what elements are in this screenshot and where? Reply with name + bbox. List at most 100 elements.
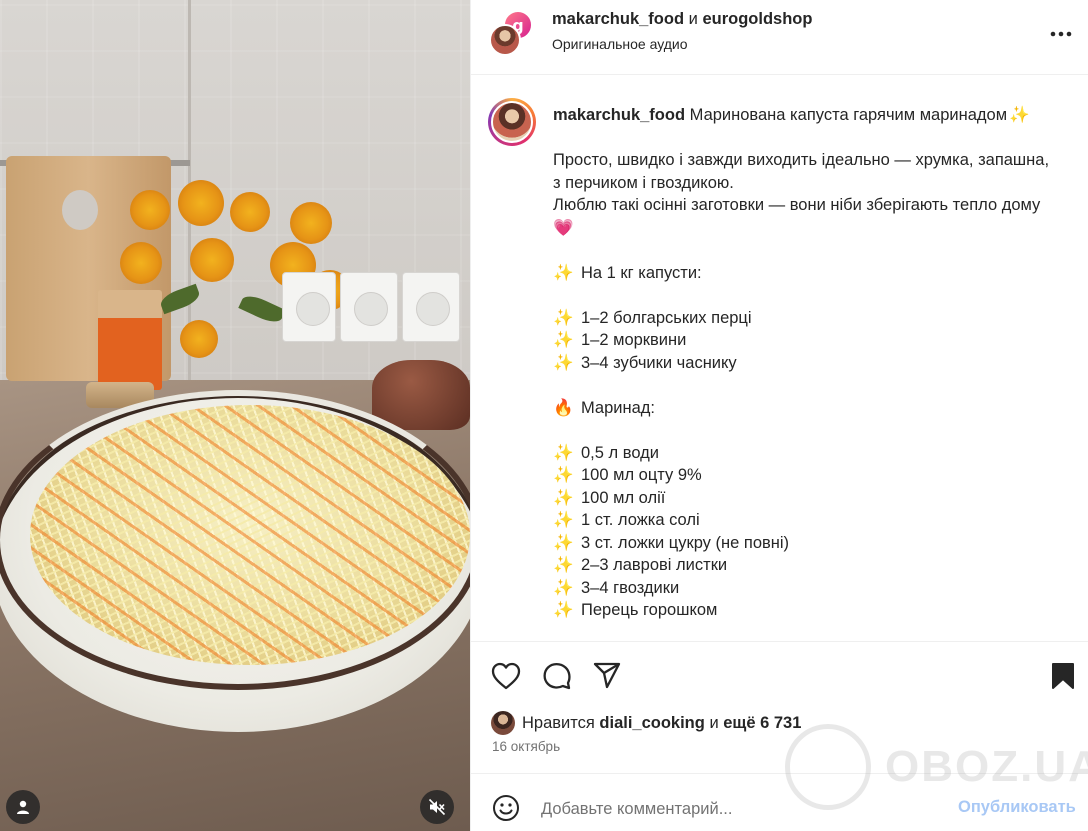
- sparkle-icon: ✨: [553, 262, 574, 282]
- ingredient-item: ✨ 1–2 болгарських перці: [553, 307, 1073, 330]
- caption-intro-line: з перчиком і гвоздикою.: [553, 173, 734, 192]
- sparkle-icon: ✨: [553, 510, 574, 529]
- ingredient-text: 3–4 зубчики часнику: [581, 353, 737, 372]
- post-details-panel: g makarchuk_food и eurogoldshop Оригинал…: [470, 0, 1088, 831]
- sparkle-icon: ✨: [553, 555, 574, 574]
- flower: [120, 242, 162, 284]
- wall-socket: [402, 272, 460, 342]
- flower: [230, 192, 270, 232]
- avatar-image: [491, 101, 533, 143]
- audio-link[interactable]: Оригинальное аудио: [552, 36, 688, 52]
- sparkle-icon: ✨: [553, 487, 574, 507]
- collab-avatars[interactable]: g: [489, 10, 537, 56]
- sparkle-icon: ✨: [553, 307, 574, 327]
- marinade-item: ✨ 3–4 гвоздики: [553, 577, 1073, 600]
- user-icon: [17, 800, 29, 814]
- marinade-text: 3 ст. ложки цукру (не повні): [581, 533, 790, 552]
- cutting-board-handle: [62, 190, 98, 230]
- author-link[interactable]: makarchuk_food: [552, 10, 684, 28]
- ingredient-item: ✨ 3–4 зубчики часнику: [553, 352, 1073, 375]
- flower: [190, 238, 234, 282]
- leaf: [238, 291, 286, 327]
- sparkle-icon: ✨: [553, 465, 574, 484]
- tagged-users-button[interactable]: [6, 790, 40, 824]
- flower: [130, 190, 170, 230]
- post-media[interactable]: [0, 0, 470, 831]
- more-horizontal-icon: [1050, 31, 1072, 37]
- ingredient-text: 1–2 болгарських перці: [581, 308, 752, 327]
- marinade-item: ✨ 100 мл оцту 9%: [553, 464, 1073, 487]
- mute-button[interactable]: [420, 790, 454, 824]
- marinade-item: ✨ 100 мл олії: [553, 487, 1073, 510]
- watermark-text: OBOZ.UA: [885, 742, 1088, 791]
- flower: [178, 180, 224, 226]
- author-avatar[interactable]: [489, 24, 521, 56]
- pickled-cabbage: [30, 405, 470, 665]
- ingredient-text: 1–2 морквини: [581, 331, 687, 349]
- sparkle-icon: ✨: [553, 442, 574, 462]
- caption-heart-line: 💗: [553, 217, 1073, 240]
- caption-author-avatar[interactable]: [488, 98, 536, 146]
- bookmark-filled-icon: [1052, 663, 1074, 689]
- caption-title-line: makarchuk_food Маринована капуста гарячи…: [553, 104, 1073, 127]
- per-kg-line: ✨ На 1 кг капусти:: [553, 262, 1073, 285]
- marinade-text: 0,5 л води: [581, 443, 659, 462]
- like-button[interactable]: [490, 660, 522, 692]
- wall-socket: [340, 272, 398, 342]
- paper-plane-icon: [593, 662, 621, 689]
- coauthor-link[interactable]: eurogoldshop: [702, 10, 812, 28]
- marinade-text: 2–3 лаврові листки: [581, 556, 728, 574]
- post-date[interactable]: 16 октябрь: [492, 739, 560, 754]
- marinade-item: ✨ 1 ст. ложка солі: [553, 509, 1073, 532]
- likes-conjunction: и: [709, 713, 719, 732]
- share-button[interactable]: [591, 660, 623, 692]
- sparkle-icon: ✨: [1009, 105, 1030, 124]
- wall-socket: [282, 272, 336, 342]
- liker-username[interactable]: diali_cooking: [599, 714, 704, 733]
- flower: [180, 320, 218, 358]
- liker-avatar[interactable]: [491, 711, 515, 735]
- sparkle-icon: ✨: [553, 352, 574, 372]
- ingredient-item: ✨ 1–2 морквини: [553, 329, 1073, 352]
- sparkle-icon: ✨: [553, 577, 574, 597]
- watermark-logo: [785, 724, 871, 810]
- fire-icon: 🔥: [553, 397, 574, 417]
- marinade-item: ✨ Перець горошком: [553, 599, 1073, 622]
- flower: [290, 202, 332, 244]
- marinade-text: Перець горошком: [581, 601, 718, 619]
- marinade-label: Маринад:: [581, 398, 656, 417]
- likes-summary: Нравится diali_cooking и ещё 6 731: [491, 710, 801, 736]
- authors-conjunction: и: [688, 10, 698, 28]
- comment-button[interactable]: [541, 660, 573, 692]
- sparkle-icon: ✨: [553, 330, 574, 349]
- per-kg-label: На 1 кг капусти:: [581, 263, 702, 282]
- more-options-button[interactable]: [1049, 22, 1073, 46]
- heart-icon: [491, 662, 521, 690]
- marinade-heading: 🔥 Маринад:: [553, 397, 1073, 420]
- watermark: OBOZ.UA: [785, 722, 1088, 812]
- post-actions-bar: [471, 641, 1088, 709]
- post-authors: makarchuk_food и eurogoldshop: [552, 10, 812, 29]
- caption-username[interactable]: makarchuk_food: [553, 106, 685, 124]
- post-caption: makarchuk_food Маринована капуста гарячи…: [471, 76, 1088, 641]
- caption-text: makarchuk_food Маринована капуста гарячи…: [553, 104, 1073, 622]
- save-button[interactable]: [1047, 660, 1079, 692]
- caption-intro-line: Просто, швидко і завжди виходить ідеальн…: [553, 151, 1050, 169]
- marinade-item: ✨ 2–3 лаврові листки: [553, 554, 1073, 577]
- post-header: g makarchuk_food и eurogoldshop Оригинал…: [471, 0, 1088, 75]
- speaker-muted-icon: [428, 798, 446, 816]
- leaf: [158, 283, 202, 315]
- emoji-picker-button[interactable]: [491, 793, 521, 823]
- marinade-text: 100 мл оцту 9%: [581, 466, 702, 484]
- speech-bubble-icon: [543, 662, 571, 690]
- marinade-text: 3–4 гвоздики: [581, 578, 680, 597]
- likes-prefix: Нравится: [522, 713, 595, 732]
- sparkle-icon: ✨: [553, 532, 574, 552]
- caption-intro-line: Люблю такі осінні заготовки — вони ніби …: [553, 196, 1041, 214]
- marinade-text: 1 ст. ложка солі: [581, 511, 700, 529]
